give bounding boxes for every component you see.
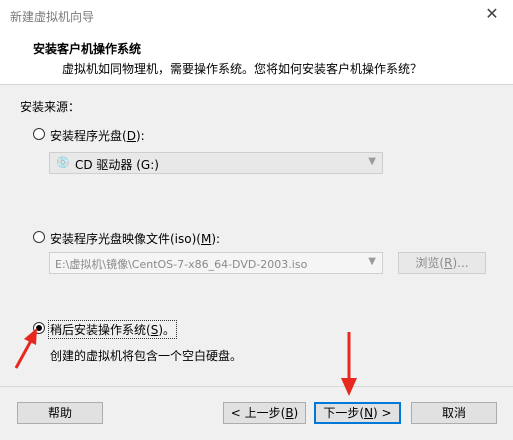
arrow-to-install-later (14, 328, 37, 369)
arrow-to-next-button (341, 332, 357, 396)
annotation-arrows (14, 328, 357, 396)
